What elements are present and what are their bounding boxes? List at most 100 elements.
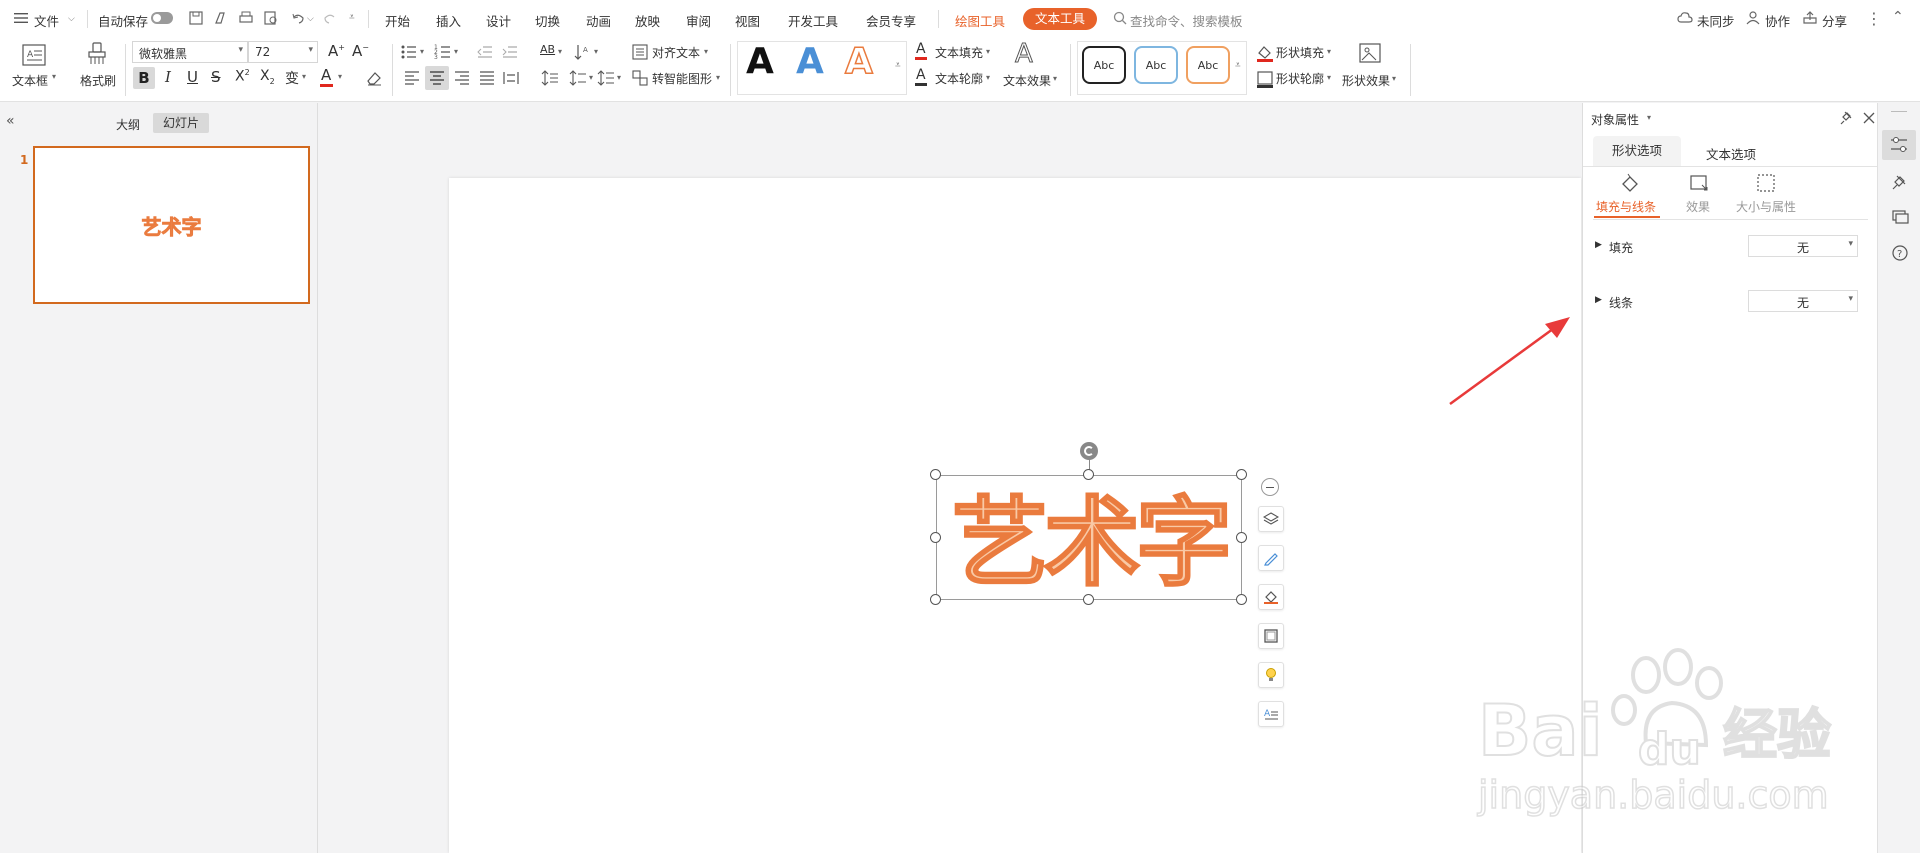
chevron-down-icon[interactable]: ▾: [716, 73, 720, 82]
wordart-style-orange-outline[interactable]: A: [844, 41, 873, 83]
tab-developer[interactable]: 开发工具: [788, 11, 838, 30]
unsynced-button[interactable]: 未同步: [1697, 11, 1735, 30]
chevron-down-icon[interactable]: ▾: [986, 47, 990, 56]
fill-line-icon[interactable]: [1619, 172, 1641, 194]
idea-button[interactable]: [1258, 662, 1284, 688]
properties-toggle-button[interactable]: [1882, 130, 1916, 160]
tab-design[interactable]: 设计: [486, 11, 511, 30]
chevron-down-icon[interactable]: ▾: [454, 47, 458, 56]
bold-button[interactable]: B: [133, 67, 155, 89]
layers-button[interactable]: [1258, 506, 1284, 532]
tab-slides[interactable]: 幻灯片: [153, 113, 209, 133]
collapse-toolbar-icon[interactable]: [1261, 478, 1279, 496]
search-input[interactable]: 查找命令、搜索模板: [1130, 11, 1243, 30]
line-section-label[interactable]: 线条: [1609, 294, 1633, 311]
collaborate-button[interactable]: 协作: [1765, 11, 1790, 30]
align-text-icon[interactable]: [631, 43, 649, 61]
gallery-more-icon[interactable]: ⩡: [895, 60, 901, 71]
chevron-down-icon[interactable]: ▾: [594, 47, 598, 56]
increase-font-icon[interactable]: A+: [328, 42, 345, 60]
shape-style-blue[interactable]: Abc: [1134, 46, 1178, 84]
phonetic-icon[interactable]: 变: [285, 68, 299, 88]
chevron-down-icon[interactable]: ▾: [1327, 47, 1331, 56]
tab-animation[interactable]: 动画: [586, 11, 611, 30]
smart-shape-icon[interactable]: [631, 69, 649, 87]
font-color-icon[interactable]: A: [321, 66, 331, 84]
wordart-style-blue[interactable]: A: [796, 42, 824, 82]
shape-fill-button[interactable]: 形状填充: [1276, 44, 1324, 61]
pin-icon[interactable]: [1839, 110, 1855, 126]
text-fill-icon[interactable]: A: [916, 41, 926, 57]
shape-fill-icon[interactable]: [1256, 44, 1274, 62]
tab-review[interactable]: 审阅: [686, 11, 711, 30]
shape-style-black[interactable]: Abc: [1082, 46, 1126, 84]
collapse-ribbon-icon[interactable]: ⌃: [1892, 9, 1904, 25]
chevron-down-icon[interactable]: ▾: [617, 73, 621, 82]
tab-text-tools[interactable]: 文本工具: [1023, 8, 1097, 30]
justify-icon[interactable]: [478, 69, 496, 87]
bullet-list-icon[interactable]: [400, 43, 418, 61]
decrease-font-icon[interactable]: A−: [352, 42, 369, 60]
tab-size-properties[interactable]: 大小与属性: [1736, 198, 1796, 215]
underline-icon[interactable]: U: [187, 68, 198, 86]
tab-text-options[interactable]: 文本选项: [1706, 144, 1756, 163]
tab-shape-options[interactable]: 形状选项: [1593, 136, 1681, 166]
tab-insert[interactable]: 插入: [436, 11, 461, 30]
text-format-button[interactable]: A: [1258, 701, 1284, 727]
align-center-button[interactable]: [425, 66, 449, 90]
line-select[interactable]: 无 ▾: [1748, 290, 1858, 312]
align-right-icon[interactable]: [453, 69, 471, 87]
redo-icon[interactable]: [322, 10, 338, 26]
undo-dropdown-icon[interactable]: ⌵: [307, 14, 314, 24]
shape-effect-button[interactable]: 形状效果: [1342, 72, 1390, 89]
expand-fill-icon[interactable]: ▶: [1595, 240, 1602, 250]
text-direction-icon[interactable]: AB: [540, 43, 555, 56]
chevron-down-icon[interactable]: ⌵: [68, 14, 75, 24]
comment-icon[interactable]: [1891, 208, 1909, 226]
tab-slideshow[interactable]: 放映: [635, 11, 660, 30]
eraser-icon[interactable]: [365, 69, 383, 87]
tab-member[interactable]: 会员专享: [866, 11, 916, 30]
strikethrough-icon[interactable]: S: [211, 68, 221, 86]
pen-button[interactable]: [1258, 545, 1284, 571]
hamburger-icon[interactable]: [14, 12, 28, 24]
shape-outline-button[interactable]: 形状轮廓: [1276, 70, 1324, 87]
fill-button[interactable]: [1258, 584, 1284, 610]
text-fill-button[interactable]: 文本填充: [935, 44, 983, 61]
increase-indent-icon[interactable]: [501, 43, 519, 61]
shape-outline-icon[interactable]: [1256, 70, 1274, 88]
tab-drawing-tools[interactable]: 绘图工具: [955, 11, 1005, 30]
text-effect-icon[interactable]: A: [1015, 39, 1034, 70]
rotate-handle-icon[interactable]: [1080, 442, 1098, 460]
gallery-more-icon[interactable]: ⩡: [1235, 60, 1241, 71]
subscript-icon[interactable]: X2: [260, 68, 275, 86]
chevron-down-icon[interactable]: ▾: [302, 72, 306, 81]
chevron-down-icon[interactable]: ▾: [1327, 73, 1331, 82]
tab-transition[interactable]: 切换: [535, 11, 560, 30]
font-size-select[interactable]: 72 ▾: [248, 41, 318, 63]
slide-thumbnail[interactable]: 艺术字: [33, 146, 310, 304]
format-painter-button[interactable]: 格式刷: [80, 72, 116, 89]
chevron-down-icon[interactable]: ▾: [986, 73, 990, 82]
customize-qat-icon[interactable]: ⩡: [349, 12, 355, 23]
effect-icon[interactable]: [1688, 172, 1710, 194]
decrease-indent-icon[interactable]: [476, 43, 494, 61]
print-preview-icon[interactable]: [263, 10, 279, 26]
textbox-dropdown-icon[interactable]: ▾: [52, 72, 56, 81]
collapse-panel-icon[interactable]: «: [6, 113, 15, 129]
tab-fill-and-line[interactable]: 填充与线条: [1596, 198, 1656, 215]
save-icon[interactable]: [188, 10, 204, 26]
fill-section-label[interactable]: 填充: [1609, 239, 1633, 256]
chevron-down-icon[interactable]: ▾: [1392, 74, 1396, 83]
text-outline-icon[interactable]: A: [916, 67, 926, 83]
fill-select[interactable]: 无 ▾: [1748, 235, 1858, 257]
autosave-toggle[interactable]: [151, 12, 173, 24]
wordart-object[interactable]: 艺术字: [940, 478, 1240, 598]
file-menu[interactable]: 文件: [34, 11, 59, 30]
numbered-list-icon[interactable]: 123: [434, 43, 452, 61]
sort-icon[interactable]: A: [573, 43, 591, 61]
font-name-select[interactable]: 微软雅黑 ▾: [132, 41, 248, 63]
pin-tool-icon[interactable]: [1891, 173, 1909, 191]
tab-effect[interactable]: 效果: [1686, 198, 1710, 215]
align-left-icon[interactable]: [403, 69, 421, 87]
